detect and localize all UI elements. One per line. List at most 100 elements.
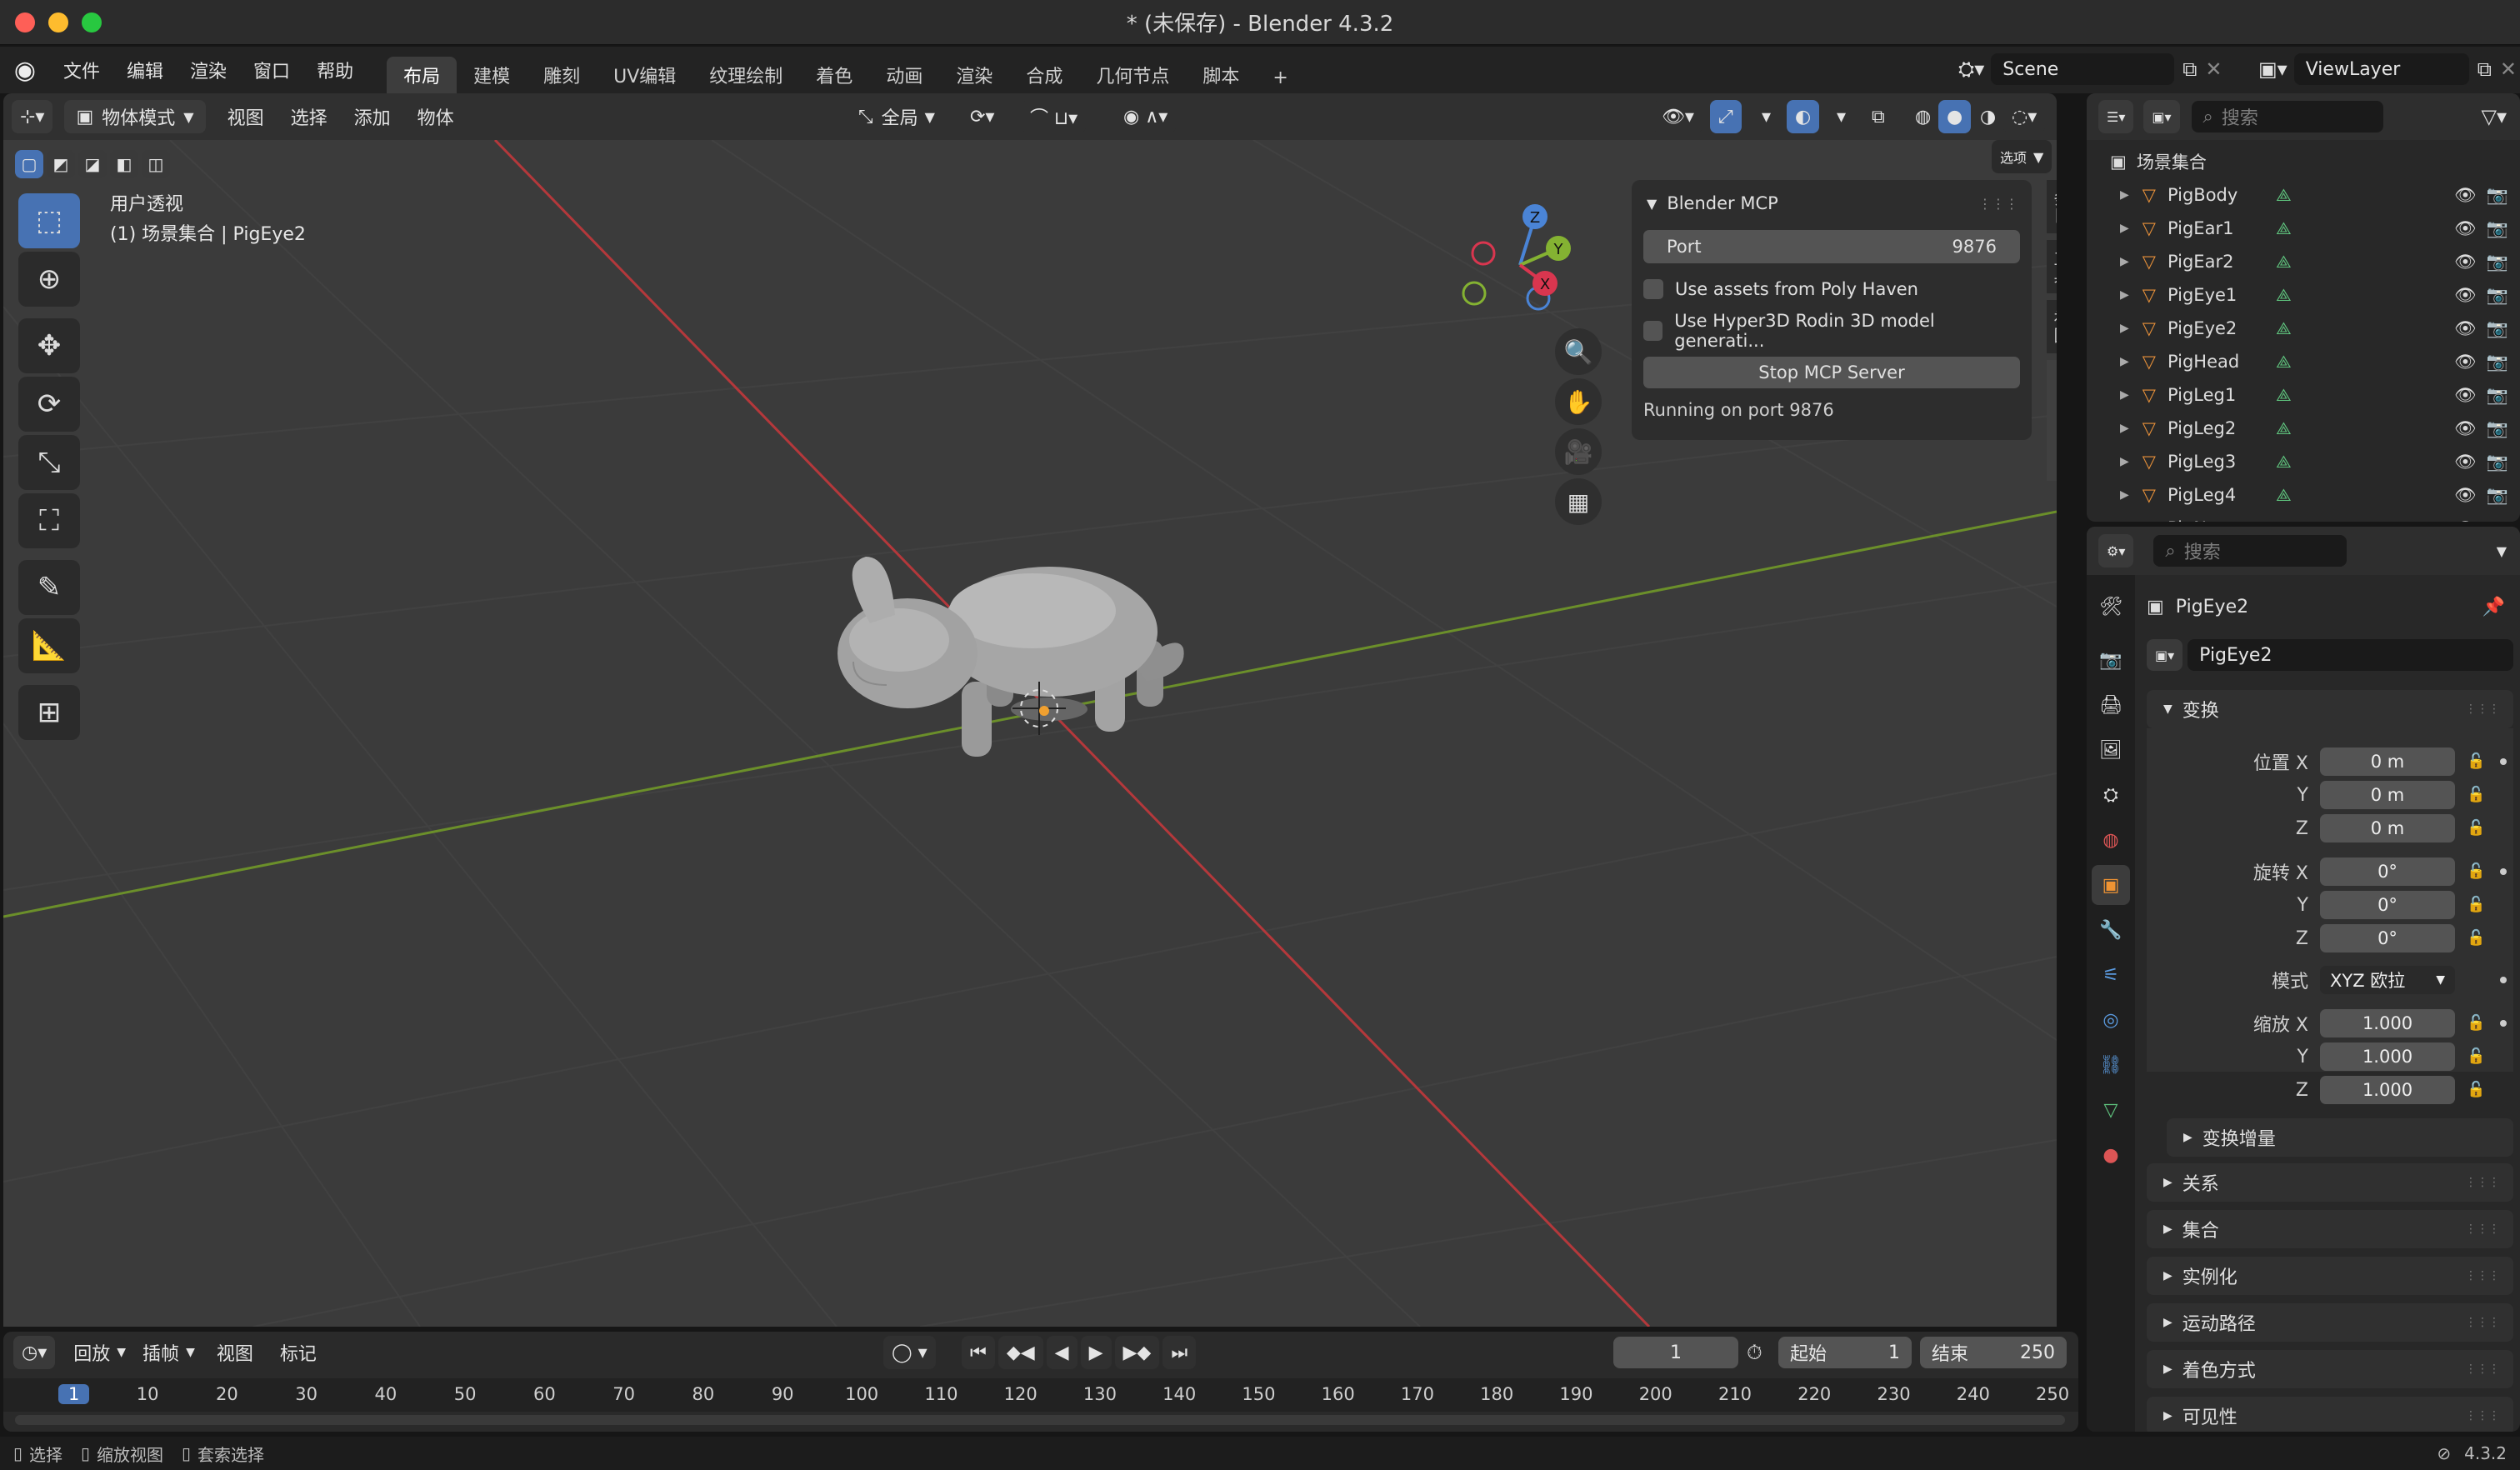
eye-icon[interactable]: 👁 bbox=[2454, 252, 2477, 272]
tool-tab-icon[interactable]: 🛠 bbox=[2092, 587, 2130, 627]
new-view-layer-icon[interactable]: ⧉ bbox=[2478, 58, 2492, 81]
solid-shading-button[interactable]: ● bbox=[1938, 100, 1972, 133]
keying-menu[interactable]: 插帧 ▼ bbox=[134, 1336, 203, 1369]
tab-view[interactable]: 视图 bbox=[2047, 300, 2057, 353]
viewport-menu-object[interactable]: 物体 bbox=[404, 103, 468, 130]
viewport-menu-select[interactable]: 选择 bbox=[278, 103, 341, 130]
lock-icon[interactable]: 🔓 bbox=[2467, 752, 2485, 771]
eye-icon[interactable]: 👁 bbox=[2454, 485, 2477, 506]
eye-icon[interactable]: 👁 bbox=[2454, 352, 2477, 372]
transform-orientation-dropdown[interactable]: ⤡ 全局 ▼ bbox=[850, 100, 943, 133]
eye-icon[interactable]: 👁 bbox=[2454, 218, 2477, 239]
camera-icon[interactable]: 📷 bbox=[2487, 485, 2508, 506]
select-intersect-icon[interactable]: ◫ bbox=[142, 150, 170, 178]
tab-tool[interactable]: 工具 bbox=[2047, 240, 2057, 293]
material-shading-button[interactable]: ◑ bbox=[1972, 100, 2005, 133]
menu-window[interactable]: 窗口 bbox=[240, 57, 303, 83]
hyper3d-checkbox[interactable] bbox=[1643, 321, 1663, 341]
properties-search-input[interactable]: ⌕ 搜索 bbox=[2153, 535, 2348, 567]
rotate-tool-icon[interactable]: ⟳ bbox=[18, 377, 80, 432]
lock-icon[interactable]: 🔓 bbox=[2467, 896, 2485, 914]
menu-help[interactable]: 帮助 bbox=[303, 57, 367, 83]
add-workspace-button[interactable]: + bbox=[1256, 62, 1304, 93]
scale-z-field[interactable]: 1.000 bbox=[2320, 1076, 2455, 1104]
tab-geometry-nodes[interactable]: 几何节点 bbox=[1079, 57, 1186, 93]
rotation-mode-dropdown[interactable]: XYZ 欧拉 ▼ bbox=[2320, 966, 2455, 994]
tab-sculpting[interactable]: 雕刻 bbox=[527, 57, 597, 93]
output-tab-icon[interactable]: 🖨 bbox=[2092, 685, 2130, 725]
expand-arrow-icon[interactable]: ▶ bbox=[2120, 322, 2129, 335]
measure-tool-icon[interactable]: 📐 bbox=[18, 618, 80, 673]
drag-handle-icon[interactable]: ⋮⋮⋮ bbox=[2465, 1409, 2500, 1422]
poly-haven-checkbox-row[interactable]: Use assets from Poly Haven bbox=[1643, 273, 2020, 305]
mcp-panel-header[interactable]: ▼ Blender MCP ⋮⋮⋮ bbox=[1632, 180, 2032, 227]
mesh-data-icon[interactable]: ⟁ bbox=[2276, 452, 2292, 472]
jump-start-icon[interactable]: ⏮ bbox=[962, 1336, 995, 1369]
tab-rendering[interactable]: 渲染 bbox=[939, 57, 1009, 93]
options-dropdown[interactable]: 选项 ▼ bbox=[1992, 140, 2052, 173]
play-reverse-icon[interactable]: ◀ bbox=[1046, 1336, 1078, 1369]
drag-handle-icon[interactable]: ⋮⋮⋮ bbox=[2465, 1316, 2500, 1329]
camera-icon[interactable]: 📷 bbox=[2487, 218, 2508, 239]
start-frame-field[interactable]: 起始 1 bbox=[1778, 1337, 1912, 1368]
eye-icon[interactable]: 👁 bbox=[2454, 318, 2477, 339]
timeline-scrollbar[interactable] bbox=[15, 1415, 2065, 1425]
outliner-item[interactable]: ▶ ▽ PigBody ⟁ 👁 📷 bbox=[2087, 178, 2520, 212]
mesh-data-icon[interactable]: ⟁ bbox=[2276, 218, 2292, 239]
camera-icon[interactable]: 📷 bbox=[2487, 318, 2508, 339]
expand-arrow-icon[interactable]: ▶ bbox=[2120, 188, 2129, 202]
property-group-header[interactable]: ▶ 着色方式 ⋮⋮⋮ bbox=[2147, 1350, 2513, 1388]
tab-texture-paint[interactable]: 纹理绘制 bbox=[692, 57, 799, 93]
close-window-button[interactable] bbox=[15, 12, 35, 32]
outliner-item[interactable]: ▶ ▽ PigEar1 ⟁ 👁 📷 bbox=[2087, 212, 2520, 245]
jump-prev-keyframe-icon[interactable]: ◆◀ bbox=[998, 1336, 1043, 1369]
mesh-data-icon[interactable]: ⟁ bbox=[2276, 518, 2292, 522]
outliner-item[interactable]: ▶ ▽ PigEye2 ⟁ 👁 📷 bbox=[2087, 312, 2520, 345]
eye-icon[interactable]: 👁 bbox=[2454, 418, 2477, 439]
lock-icon[interactable]: 🔓 bbox=[2467, 786, 2485, 804]
stopwatch-icon[interactable]: ⏱ bbox=[1747, 1341, 1762, 1364]
wireframe-shading-button[interactable]: ◍ bbox=[1907, 100, 1940, 133]
outliner-item[interactable]: ▶ ▽ PigLeg4 ⟁ 👁 📷 bbox=[2087, 478, 2520, 512]
timeline-marker-menu[interactable]: 标记 bbox=[267, 1339, 330, 1366]
outliner-editor-type-icon[interactable]: ☰▾ bbox=[2098, 100, 2134, 133]
new-scene-icon[interactable]: ⧉ bbox=[2182, 58, 2197, 81]
world-tab-icon[interactable]: ◍ bbox=[2092, 820, 2130, 860]
add-cube-tool-icon[interactable]: ⊞ bbox=[18, 685, 80, 740]
navigation-gizmo[interactable]: Z Y X bbox=[1453, 190, 1603, 340]
scene-name-field[interactable]: Scene bbox=[1991, 53, 2175, 85]
zoom-icon[interactable]: 🔍 bbox=[1555, 328, 1602, 375]
rotation-z-field[interactable]: 0° bbox=[2320, 924, 2455, 952]
expand-arrow-icon[interactable]: ▶ bbox=[2120, 422, 2129, 435]
camera-icon[interactable]: 📷 bbox=[2487, 285, 2508, 306]
outliner-item[interactable]: ▶ ▽ PigHead ⟁ 👁 📷 bbox=[2087, 345, 2520, 378]
scene-tab-icon[interactable]: ⛭ bbox=[2092, 775, 2130, 815]
lock-icon[interactable]: 🔓 bbox=[2467, 929, 2485, 948]
playback-menu[interactable]: 回放 ▼ bbox=[65, 1336, 134, 1369]
mesh-data-icon[interactable]: ⟁ bbox=[2276, 185, 2292, 206]
chevron-down-icon[interactable]: ▼ bbox=[2497, 543, 2507, 559]
scale-y-field[interactable]: 1.000 bbox=[2320, 1042, 2455, 1071]
eye-icon[interactable]: 👁 bbox=[2454, 452, 2477, 472]
proportional-edit-toggle[interactable]: ◉ ∧▾ bbox=[1115, 100, 1177, 133]
tab-shading[interactable]: 着色 bbox=[799, 57, 869, 93]
orthographic-grid-icon[interactable]: ▦ bbox=[1555, 478, 1602, 525]
drag-handle-icon[interactable]: ⋮⋮⋮ bbox=[2465, 1269, 2500, 1282]
eye-icon[interactable]: 👁 bbox=[2454, 385, 2477, 406]
property-group-header[interactable]: ▶ 实例化 ⋮⋮⋮ bbox=[2147, 1257, 2513, 1295]
keyframe-dot-icon[interactable] bbox=[2500, 1020, 2507, 1027]
expand-arrow-icon[interactable]: ▶ bbox=[2120, 288, 2129, 302]
expand-arrow-icon[interactable]: ▶ bbox=[2120, 488, 2129, 502]
display-mode-icon[interactable]: ▣▾ bbox=[2143, 100, 2180, 133]
expand-arrow-icon[interactable]: ▶ bbox=[2120, 355, 2129, 368]
particles-tab-icon[interactable]: ⚟ bbox=[2092, 955, 2130, 995]
camera-icon[interactable]: 📷 bbox=[2487, 418, 2508, 439]
pan-hand-icon[interactable]: ✋ bbox=[1555, 378, 1602, 425]
lock-icon[interactable]: 🔓 bbox=[2467, 819, 2485, 838]
tab-modeling[interactable]: 建模 bbox=[457, 57, 527, 93]
location-z-field[interactable]: 0 m bbox=[2320, 814, 2455, 842]
delete-scene-icon[interactable]: ✕ bbox=[2205, 58, 2222, 81]
mesh-data-icon[interactable]: ⟁ bbox=[2276, 318, 2292, 339]
mesh-data-icon[interactable]: ⟁ bbox=[2276, 352, 2292, 372]
properties-editor-type-icon[interactable]: ⚙▾ bbox=[2098, 534, 2134, 568]
